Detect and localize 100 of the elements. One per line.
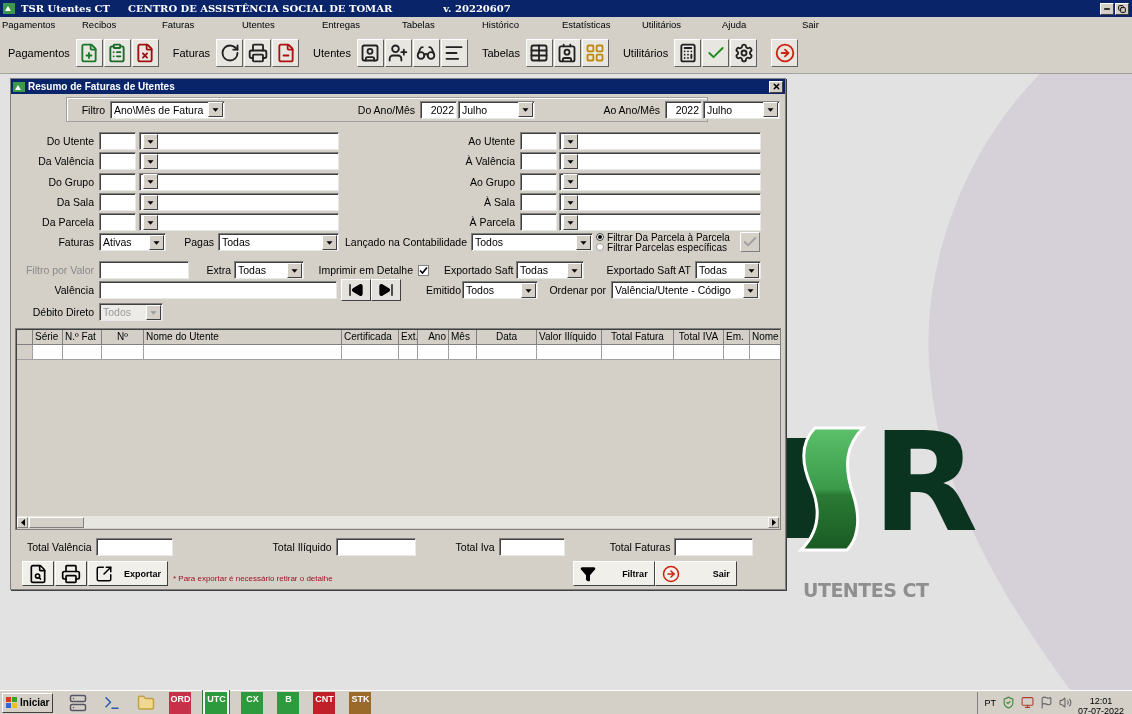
menu-item[interactable]: Estatísticas [562,19,642,30]
first-record-button[interactable] [341,279,371,302]
last-record-button[interactable] [371,279,401,302]
dropdown[interactable] [139,213,339,232]
toolbar-button[interactable] [103,38,131,67]
menu-item[interactable]: Utilitários [642,19,722,30]
column-header[interactable]: N.º Fat [63,330,102,346]
dropdown[interactable] [139,172,339,191]
dropdown[interactable]: Julho [458,100,535,119]
toolbar-button[interactable] [674,38,702,67]
text-field[interactable] [520,172,557,191]
taskbar-app[interactable]: B [277,691,300,714]
menu-item[interactable]: Recibos [82,19,162,30]
toolbar-button[interactable] [730,38,758,67]
column-header[interactable]: Certificada [342,330,399,346]
menu-item[interactable]: Histórico [482,19,562,30]
toolbar-button[interactable] [385,38,412,67]
text-field[interactable] [674,538,754,557]
dropdown[interactable]: Ativas [99,233,166,252]
dropdown[interactable] [559,172,761,191]
empty-row[interactable] [17,345,780,361]
print-button[interactable] [55,561,87,587]
dropdown[interactable]: Todos [462,281,538,300]
dropdown[interactable] [559,132,761,151]
dropdown[interactable]: Valência/Utente - Código [611,281,760,300]
column-header[interactable]: Total Fatura [602,330,674,346]
dropdown[interactable] [139,152,339,171]
column-header[interactable]: Ano [418,330,449,346]
toolbar-button[interactable] [702,38,730,67]
horizontal-scrollbar[interactable] [17,516,779,529]
toolbar-button[interactable] [771,38,799,67]
text-field[interactable] [498,538,565,557]
text-field[interactable] [99,193,136,212]
text-field[interactable] [99,152,136,171]
text-field[interactable] [95,538,173,557]
dropdown[interactable]: Ano\Mês de Fatura [110,100,225,119]
text-field[interactable] [520,132,557,151]
checkbox[interactable] [418,265,429,276]
text-field[interactable] [520,152,557,171]
menu-item[interactable]: Utentes [242,19,322,30]
text-field[interactable] [99,132,136,151]
preview-button[interactable] [22,561,54,587]
radio-option[interactable]: Filtrar Parcelas específicas [596,242,741,253]
toolbar-button[interactable] [357,38,384,67]
radio-option[interactable]: Filtrar Da Parcela à Parcela [596,232,741,243]
dropdown[interactable]: Todos [471,233,594,252]
scroll-thumb[interactable] [29,517,84,528]
toolbar-button[interactable] [272,38,300,67]
dropdown[interactable]: Todas [516,261,584,280]
column-header[interactable]: Total IVA [674,330,724,346]
dropdown[interactable]: Julho [703,100,780,119]
dropdown[interactable]: Todas [695,261,761,280]
menu-item[interactable]: Sair [802,19,882,30]
toolbar-button[interactable] [75,38,103,67]
text-field[interactable] [99,213,136,232]
text-field[interactable] [99,281,337,300]
dropdown[interactable]: Todas [218,233,339,252]
menu-item[interactable]: Entregas [322,19,402,30]
toolbar-button[interactable] [581,38,609,67]
language-indicator[interactable]: PT [984,697,996,708]
menu-item[interactable]: Faturas [162,19,242,30]
taskbar-app[interactable]: ORD [169,691,192,714]
text-field[interactable] [520,193,557,212]
start-button[interactable]: Iniciar [2,692,54,713]
taskbar-app[interactable]: CX [241,691,264,714]
toolbar-button[interactable] [131,38,159,67]
column-header[interactable]: Data [477,330,537,346]
menu-item[interactable]: Ajuda [722,19,802,30]
filter-button[interactable]: Filtrar [572,561,655,587]
column-header[interactable]: Valor Ilíquido [537,330,602,346]
toolbar-button[interactable] [525,38,553,67]
toolbar-button[interactable] [216,38,244,67]
export-button[interactable]: Exportar [88,561,168,587]
menu-item[interactable]: Tabelas [402,19,482,30]
dropdown[interactable] [139,193,339,212]
text-field[interactable] [335,538,416,557]
taskbar-app[interactable]: UTC [205,691,228,714]
taskbar-app[interactable]: CNT [313,691,336,714]
dropdown[interactable]: Todas [234,261,304,280]
toolbar-button[interactable] [553,38,581,67]
column-header[interactable]: Série [33,330,63,346]
radio-button[interactable] [596,233,605,242]
radio-button[interactable] [596,243,605,252]
dropdown[interactable] [139,132,339,151]
dropdown[interactable] [559,152,761,171]
column-header[interactable]: Nº [102,330,144,346]
dropdown[interactable] [559,213,761,232]
column-header[interactable]: Mês [449,330,477,346]
column-header[interactable]: Nome do Utente [144,330,342,346]
exit-button[interactable]: Sair [654,561,737,587]
taskbar-app[interactable]: STK [349,691,372,714]
menu-item[interactable]: Pagamentos [2,19,82,30]
text-field[interactable]: 2022 [665,100,702,119]
dropdown[interactable] [559,193,761,212]
text-field[interactable]: 2022 [420,100,457,119]
toolbar-button[interactable] [244,38,272,67]
text-field[interactable] [520,213,557,232]
close-button[interactable] [769,80,783,93]
column-header[interactable]: Em. [724,330,750,346]
text-field[interactable] [99,172,136,191]
